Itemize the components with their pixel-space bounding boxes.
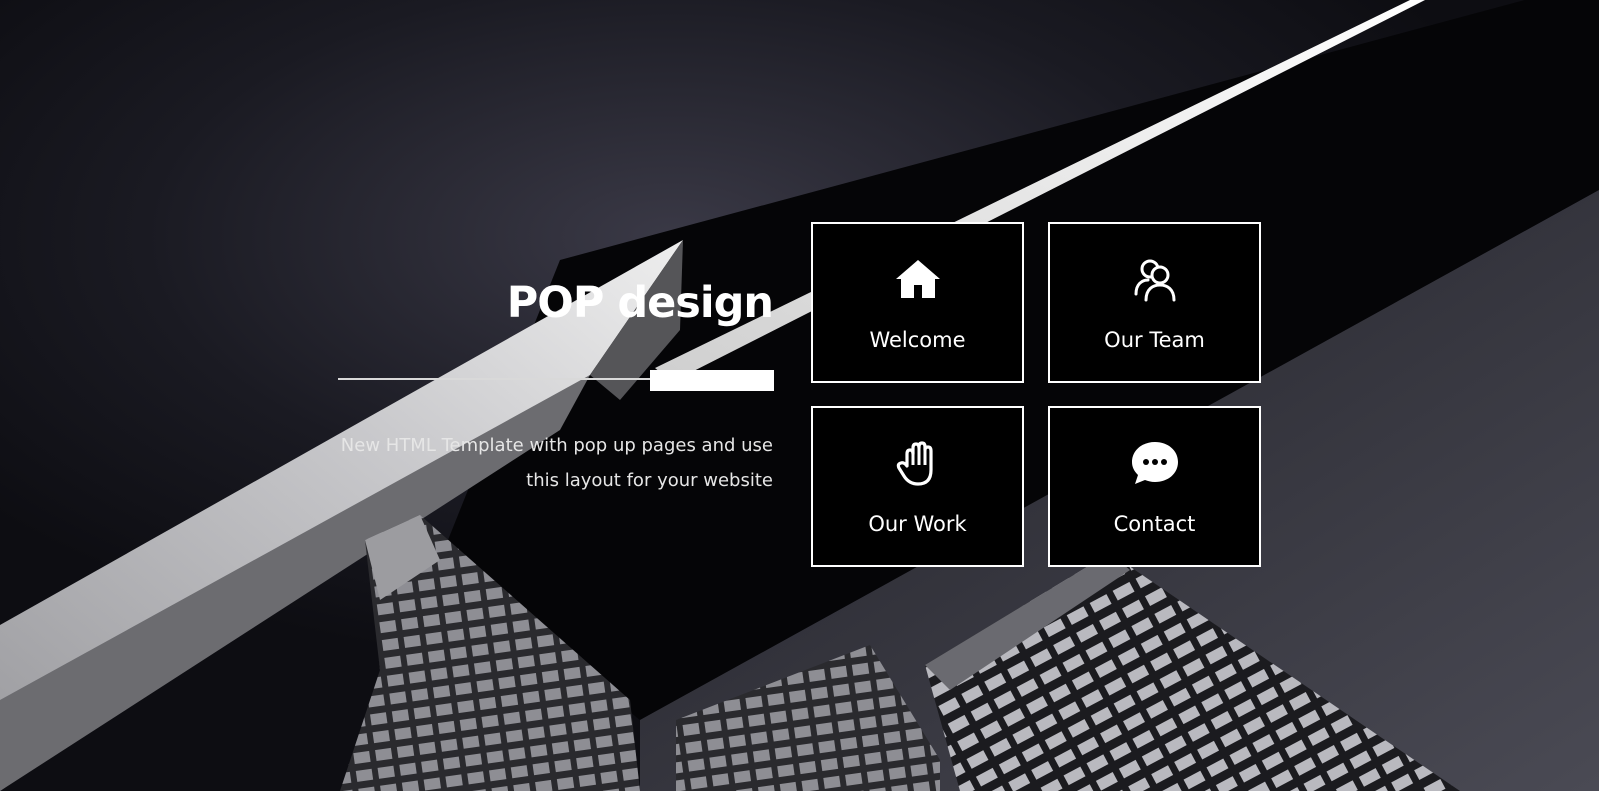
nav-tile-label: Our Work bbox=[868, 512, 967, 536]
page: POP design New HTML Template with pop up… bbox=[0, 0, 1599, 791]
site-tagline: New HTML Template with pop up pages and … bbox=[340, 435, 773, 491]
hand-icon bbox=[896, 441, 933, 486]
nav-tile-label: Our Team bbox=[1104, 328, 1205, 352]
nav-tile-welcome[interactable]: Welcome bbox=[811, 222, 1024, 383]
nav-tile-contact[interactable]: Contact bbox=[1048, 406, 1261, 567]
nav-tile-label: Welcome bbox=[869, 328, 966, 352]
title-divider-accent bbox=[650, 370, 774, 391]
nav-tile-label: Contact bbox=[1113, 512, 1196, 536]
users-icon bbox=[1134, 259, 1175, 302]
background-architecture-photo bbox=[0, 0, 1599, 791]
nav-tile-our-work[interactable]: Our Work bbox=[811, 406, 1024, 567]
home-icon bbox=[895, 260, 940, 298]
chat-icon bbox=[1131, 442, 1178, 484]
nav-tile-our-team[interactable]: Our Team bbox=[1048, 222, 1261, 383]
site-title: POP design bbox=[506, 278, 774, 328]
